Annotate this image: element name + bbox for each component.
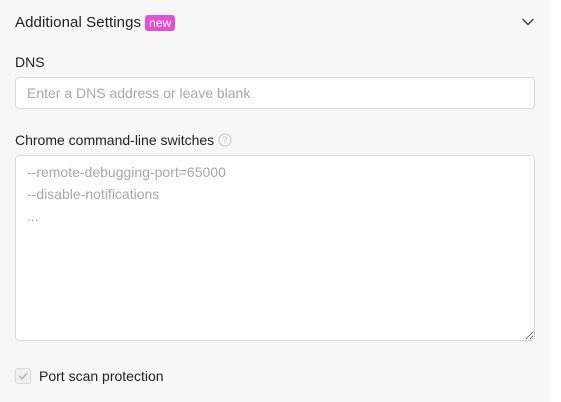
- section-header[interactable]: Additional Settings new: [15, 14, 176, 31]
- chrome-switches-label: Chrome command-line switches: [15, 132, 215, 148]
- question-circle-icon[interactable]: ?: [218, 133, 232, 147]
- chrome-switches-textarea[interactable]: [15, 155, 535, 341]
- port-scan-protection-checkbox[interactable]: Port scan protection: [15, 368, 164, 384]
- chrome-switches-label-row: Chrome command-line switches ?: [15, 132, 232, 148]
- dns-input[interactable]: [15, 77, 535, 109]
- dns-label: DNS: [15, 54, 45, 70]
- svg-text:?: ?: [223, 135, 228, 145]
- section-title: Additional Settings: [15, 14, 142, 31]
- port-scan-protection-label: Port scan protection: [39, 368, 164, 384]
- new-badge: new: [145, 14, 176, 31]
- checkbox-checked-icon[interactable]: [15, 368, 31, 384]
- additional-settings-panel: Additional Settings new DNS Chrome comma…: [0, 0, 550, 402]
- chevron-down-icon[interactable]: [521, 15, 535, 29]
